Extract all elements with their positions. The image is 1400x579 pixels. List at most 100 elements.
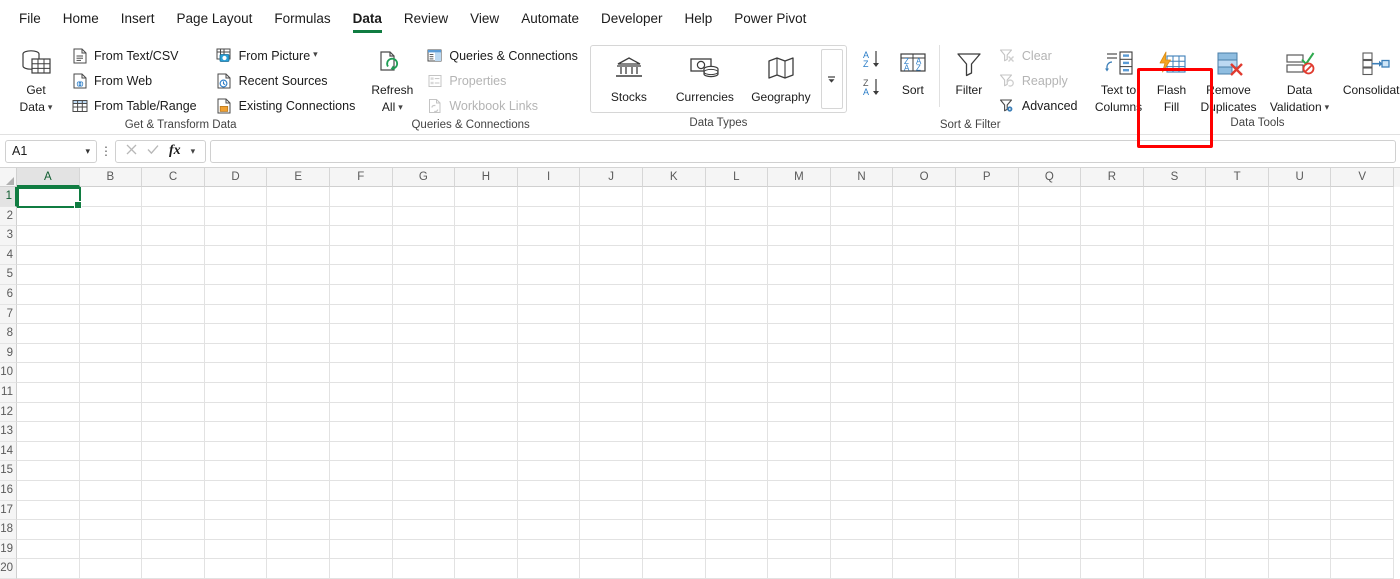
cell-F12[interactable]	[329, 402, 393, 423]
cell-R12[interactable]	[1081, 402, 1144, 423]
cell-U7[interactable]	[1268, 304, 1332, 325]
cell-N6[interactable]	[830, 284, 894, 305]
cell-E13[interactable]	[267, 422, 330, 442]
cell-I19[interactable]	[517, 539, 581, 560]
cell-O17[interactable]	[893, 500, 956, 521]
cell-L18[interactable]	[705, 520, 769, 540]
cell-O19[interactable]	[893, 539, 956, 560]
cell-E6[interactable]	[267, 284, 330, 305]
cell-T4[interactable]	[1206, 245, 1269, 266]
cell-F18[interactable]	[329, 520, 393, 540]
column-header-G[interactable]: G	[392, 168, 456, 187]
cell-U19[interactable]	[1268, 539, 1332, 560]
cell-M2[interactable]	[768, 206, 831, 227]
cell-V20[interactable]	[1331, 559, 1395, 579]
cell-H2[interactable]	[455, 206, 518, 227]
gallery-more-icon[interactable]	[820, 49, 843, 109]
cell-R8[interactable]	[1081, 324, 1144, 344]
cell-C6[interactable]	[142, 284, 205, 305]
tab-review[interactable]: Review	[393, 4, 459, 34]
cell-H7[interactable]	[455, 304, 518, 325]
cell-K15[interactable]	[642, 461, 706, 481]
cell-T6[interactable]	[1206, 284, 1269, 305]
cell-C13[interactable]	[142, 422, 205, 442]
cell-Q14[interactable]	[1018, 441, 1082, 462]
cell-I13[interactable]	[517, 422, 581, 442]
cell-A9[interactable]	[17, 343, 80, 364]
cell-R15[interactable]	[1081, 461, 1144, 481]
cell-J7[interactable]	[580, 304, 643, 325]
cell-H10[interactable]	[455, 363, 518, 383]
cell-I18[interactable]	[517, 520, 581, 540]
cell-Q16[interactable]	[1018, 480, 1082, 501]
cell-L4[interactable]	[705, 245, 769, 266]
cell-J8[interactable]	[580, 324, 643, 344]
cell-V1[interactable]	[1331, 187, 1395, 207]
cell-S15[interactable]	[1143, 461, 1207, 481]
cell-B17[interactable]	[79, 500, 143, 521]
cell-J15[interactable]	[580, 461, 643, 481]
cell-Q2[interactable]	[1018, 206, 1082, 227]
cell-F13[interactable]	[329, 422, 393, 442]
cell-B13[interactable]	[79, 422, 143, 442]
cell-Q9[interactable]	[1018, 343, 1082, 364]
cell-P16[interactable]	[955, 480, 1019, 501]
cell-J14[interactable]	[580, 441, 643, 462]
cell-E15[interactable]	[267, 461, 330, 481]
cell-S3[interactable]	[1143, 226, 1207, 246]
cell-K3[interactable]	[642, 226, 706, 246]
cell-S4[interactable]	[1143, 245, 1207, 266]
cell-F7[interactable]	[329, 304, 393, 325]
cell-N14[interactable]	[830, 441, 894, 462]
tab-data[interactable]: Data	[342, 4, 393, 34]
cell-L2[interactable]	[705, 206, 769, 227]
existing-connections-button[interactable]: Existing Connections	[213, 93, 360, 118]
cell-G12[interactable]	[392, 402, 456, 423]
column-header-A[interactable]: A	[17, 168, 80, 187]
cell-I12[interactable]	[517, 402, 581, 423]
cell-A8[interactable]	[17, 324, 80, 344]
cell-C11[interactable]	[142, 382, 205, 403]
row-header-5[interactable]: 5	[0, 265, 17, 285]
cell-E3[interactable]	[267, 226, 330, 246]
cell-I3[interactable]	[517, 226, 581, 246]
tab-home[interactable]: Home	[52, 4, 110, 34]
cell-H5[interactable]	[455, 265, 518, 285]
cell-O16[interactable]	[893, 480, 956, 501]
cell-K13[interactable]	[642, 422, 706, 442]
cell-J2[interactable]	[580, 206, 643, 227]
cell-I6[interactable]	[517, 284, 581, 305]
cell-U17[interactable]	[1268, 500, 1332, 521]
cell-J20[interactable]	[580, 559, 643, 579]
cell-E12[interactable]	[267, 402, 330, 423]
cell-C19[interactable]	[142, 539, 205, 560]
cell-H11[interactable]	[455, 382, 518, 403]
cell-O13[interactable]	[893, 422, 956, 442]
cell-K14[interactable]	[642, 441, 706, 462]
cell-B2[interactable]	[79, 206, 143, 227]
row-header-9[interactable]: 9	[0, 343, 17, 364]
column-header-P[interactable]: P	[955, 168, 1019, 187]
cell-K10[interactable]	[642, 363, 706, 383]
cell-F10[interactable]	[329, 363, 393, 383]
cell-G9[interactable]	[392, 343, 456, 364]
cell-J3[interactable]	[580, 226, 643, 246]
confirm-icon[interactable]	[147, 142, 159, 160]
cell-C14[interactable]	[142, 441, 205, 462]
cell-D19[interactable]	[204, 539, 268, 560]
cell-M11[interactable]	[768, 382, 831, 403]
cell-D8[interactable]	[204, 324, 268, 344]
recent-sources-button[interactable]: Recent Sources	[213, 68, 360, 93]
cell-U18[interactable]	[1268, 520, 1332, 540]
cell-K20[interactable]	[642, 559, 706, 579]
cell-H4[interactable]	[455, 245, 518, 266]
cell-G13[interactable]	[392, 422, 456, 442]
cell-M4[interactable]	[768, 245, 831, 266]
column-header-L[interactable]: L	[705, 168, 769, 187]
cell-B9[interactable]	[79, 343, 143, 364]
cell-C12[interactable]	[142, 402, 205, 423]
cell-H18[interactable]	[455, 520, 518, 540]
cell-K16[interactable]	[642, 480, 706, 501]
cell-B4[interactable]	[79, 245, 143, 266]
cell-M18[interactable]	[768, 520, 831, 540]
